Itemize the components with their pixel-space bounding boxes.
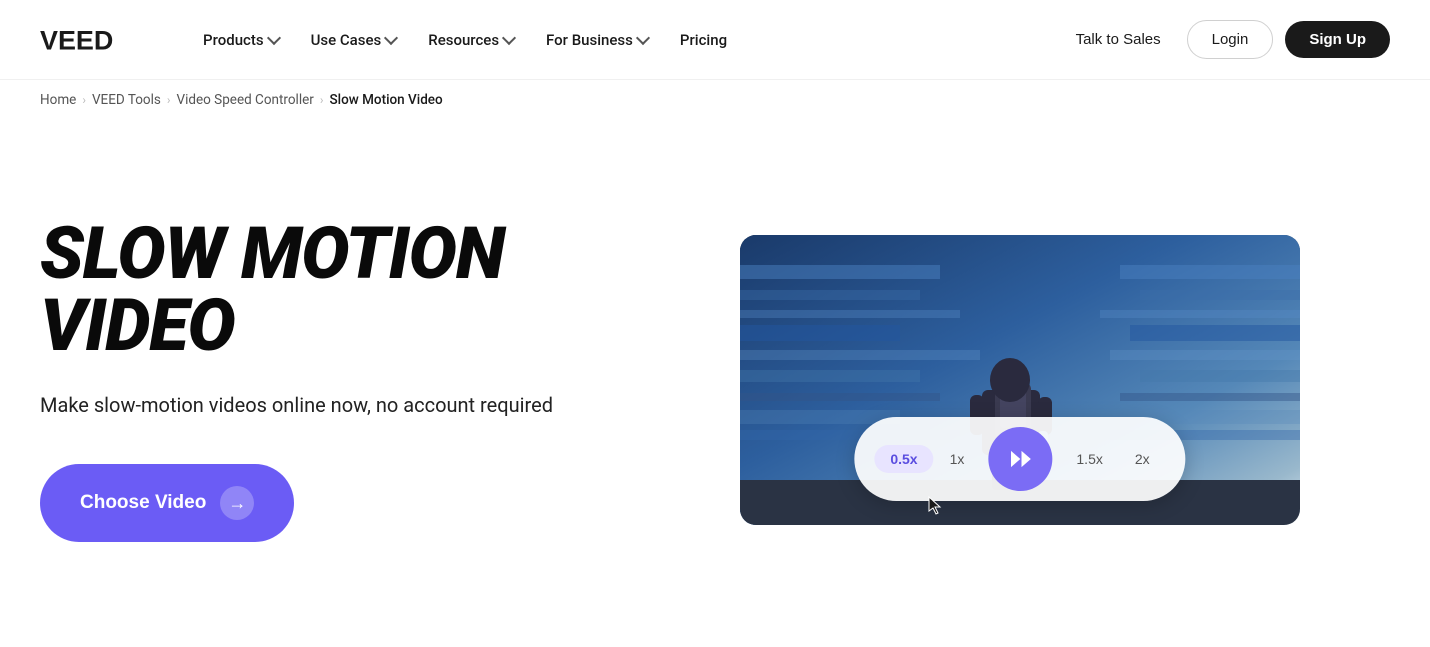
signup-button[interactable]: Sign Up (1285, 21, 1390, 58)
speed-controls: 0.5x 1x 1.5x 2x (854, 417, 1185, 501)
breadcrumb-home[interactable]: Home (40, 92, 76, 108)
main-content: SLOW MOTION VIDEO Make slow-motion video… (0, 120, 1430, 620)
nav-item-for-business[interactable]: For Business (532, 23, 662, 57)
logo-icon: VEED (40, 24, 141, 56)
nav-item-products[interactable]: Products (189, 23, 293, 57)
video-preview: 0.5x 1x 1.5x 2x (740, 235, 1300, 525)
fast-forward-icon (1006, 445, 1034, 473)
chevron-down-icon (636, 31, 650, 45)
arrow-icon: → (220, 486, 254, 520)
speed-1-5x-button[interactable]: 1.5x (1060, 445, 1118, 473)
breadcrumb-separator: › (167, 93, 171, 107)
nav-item-use-cases[interactable]: Use Cases (297, 23, 411, 57)
speed-0-5x-button[interactable]: 0.5x (874, 445, 933, 473)
hero-right: 0.5x 1x 1.5x 2x (740, 235, 1300, 525)
svg-text:VEED: VEED (40, 25, 113, 55)
login-button[interactable]: Login (1187, 20, 1274, 59)
hero-subtitle: Make slow-motion videos online now, no a… (40, 390, 560, 420)
breadcrumb: Home › VEED Tools › Video Speed Controll… (0, 80, 1430, 120)
nav-item-pricing[interactable]: Pricing (666, 23, 741, 57)
cursor-icon (925, 495, 947, 517)
hero-left: SLOW MOTION VIDEO Make slow-motion video… (40, 218, 680, 542)
video-background: 0.5x 1x 1.5x 2x (740, 235, 1300, 525)
breadcrumb-slow-motion-video: Slow Motion Video (329, 92, 442, 108)
nav-links: Products Use Cases Resources For Busines… (189, 23, 1062, 57)
navbar: VEED Products Use Cases Resources For Bu… (0, 0, 1430, 80)
choose-video-button[interactable]: Choose Video → (40, 464, 294, 542)
nav-item-resources[interactable]: Resources (414, 23, 528, 57)
speed-2x-button[interactable]: 2x (1119, 445, 1166, 473)
talk-to-sales-button[interactable]: Talk to Sales (1062, 23, 1175, 56)
chevron-down-icon (384, 31, 398, 45)
hero-title: SLOW MOTION VIDEO (40, 218, 680, 362)
speed-1x-button[interactable]: 1x (934, 445, 981, 473)
breadcrumb-veed-tools[interactable]: VEED Tools (92, 92, 161, 108)
logo[interactable]: VEED (40, 24, 141, 56)
chevron-down-icon (267, 31, 281, 45)
breadcrumb-video-speed-controller[interactable]: Video Speed Controller (176, 92, 313, 108)
chevron-down-icon (502, 31, 516, 45)
play-fast-forward-button[interactable] (988, 427, 1052, 491)
breadcrumb-separator: › (82, 93, 86, 107)
nav-actions: Talk to Sales Login Sign Up (1062, 20, 1390, 59)
breadcrumb-separator: › (320, 93, 324, 107)
